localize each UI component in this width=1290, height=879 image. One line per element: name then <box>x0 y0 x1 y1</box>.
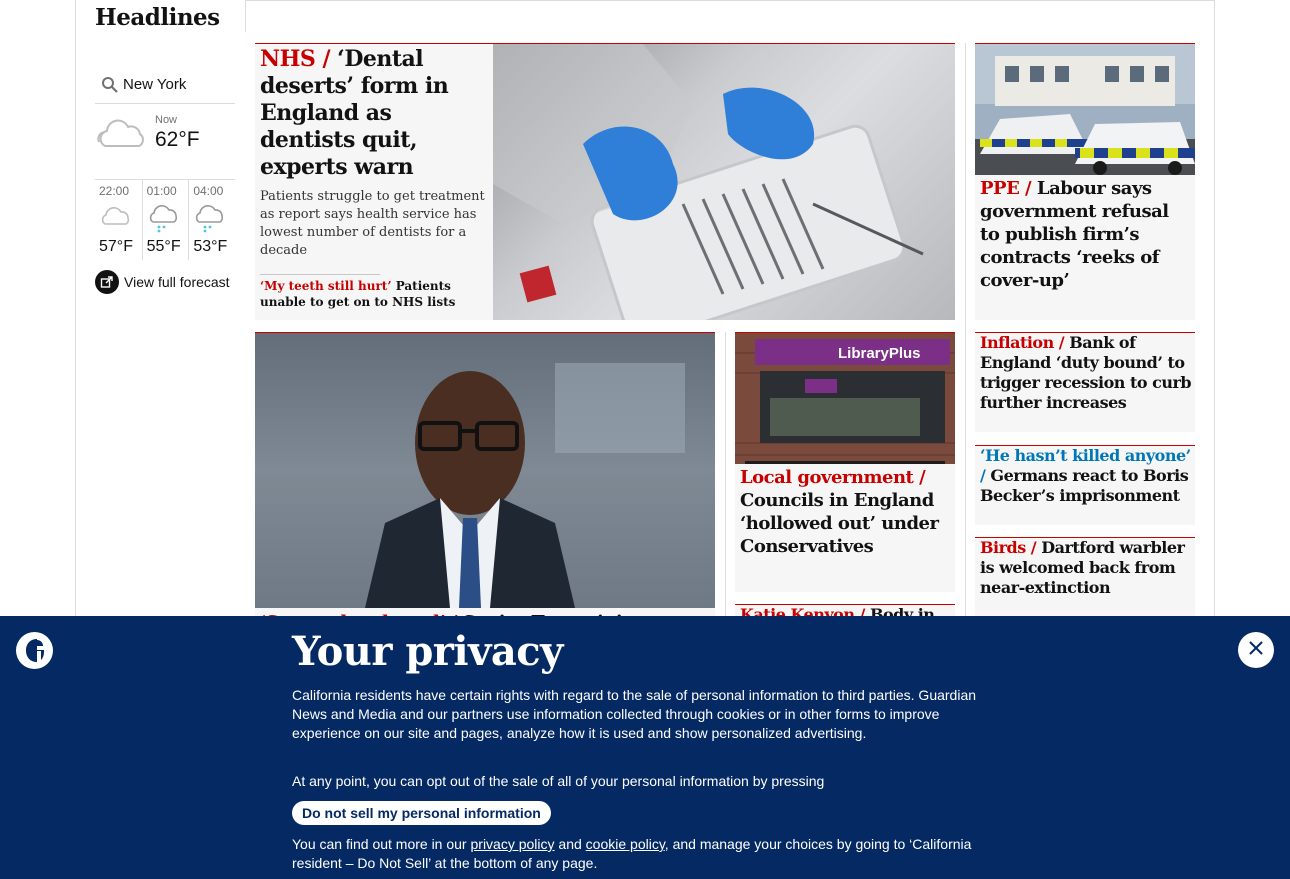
story-image-dental[interactable] <box>493 44 955 320</box>
story-headline-text[interactable]: Councils in England ‘hollowed out’ under… <box>740 490 939 557</box>
story-kicker: Birds / <box>980 538 1037 557</box>
column-divider <box>725 332 726 616</box>
cookie-policy-link[interactable]: cookie policy <box>586 836 665 852</box>
rain-icon <box>147 204 189 238</box>
hour-time: 01:00 <box>146 184 177 198</box>
hour-forecast: 04:00 53°F <box>188 180 235 260</box>
story-card-kwarteng[interactable]: ‘Screwed and used’ / Senior Tory ministe… <box>255 332 715 632</box>
privacy-banner: Your privacy California residents have c… <box>0 616 1290 879</box>
now-temperature: 62°F <box>155 128 200 151</box>
now-label: Now <box>155 114 178 126</box>
guardian-logo <box>16 632 53 669</box>
story-sublink[interactable]: ‘My teeth still hurt’ Patients unable to… <box>260 278 485 310</box>
weather-widget: New York Now 62°F 22:00 57°F 01:00 55°F … <box>95 66 235 294</box>
story-kicker: PPE / <box>980 178 1032 199</box>
cloudy-icon <box>95 114 149 159</box>
story-card-birds[interactable]: Birds / Dartford warbler is welcomed bac… <box>975 537 1195 617</box>
story-image-minister[interactable] <box>255 333 715 608</box>
svg-text:LibraryPlus: LibraryPlus <box>838 345 921 362</box>
story-headline[interactable]: Local government / Councils in England ‘… <box>740 466 952 558</box>
view-forecast-link[interactable]: View full forecast <box>95 270 235 294</box>
hour-temperature: 55°F <box>146 238 181 255</box>
privacy-opt-out-text: At any point, you can opt out of the sal… <box>292 773 825 789</box>
and-text: and <box>558 836 582 852</box>
hour-time: 04:00 <box>193 184 224 198</box>
privacy-more-info: You can find out more in our privacy pol… <box>292 835 1002 873</box>
location-name[interactable]: New York <box>123 76 186 93</box>
column-divider <box>965 43 966 616</box>
section-title: Headlines <box>95 4 220 31</box>
sublink-divider <box>260 274 380 275</box>
section-divider <box>245 0 246 32</box>
external-link-icon <box>95 270 119 294</box>
privacy-title: Your privacy <box>292 628 563 675</box>
hour-temperature: 57°F <box>99 238 133 255</box>
hour-forecast: 01:00 55°F <box>141 180 189 260</box>
rain-icon <box>193 204 235 238</box>
story-image-police[interactable] <box>975 44 1195 175</box>
story-card-local-government[interactable]: LibraryPlus Local government / Councils … <box>735 332 955 592</box>
story-headline[interactable]: PPE / Labour says government refusal to … <box>980 177 1192 292</box>
story-kicker: Local government / <box>740 467 926 488</box>
hour-time: 22:00 <box>99 184 130 198</box>
story-card-ppe[interactable]: PPE / Labour says government refusal to … <box>975 43 1195 320</box>
story-kicker: NHS / <box>260 46 330 72</box>
view-forecast-label[interactable]: View full forecast <box>124 274 230 290</box>
story-kicker: Inflation / <box>980 333 1065 352</box>
search-icon <box>101 76 119 94</box>
privacy-paragraph: California residents have certain rights… <box>292 687 977 741</box>
story-card-becker[interactable]: ‘He hasn’t killed anyone’ / Germans reac… <box>975 445 1195 525</box>
hour-forecast: 22:00 57°F <box>95 180 142 260</box>
story-card-nhs[interactable]: NHS / ‘Dental deserts’ form in England a… <box>255 43 955 320</box>
hour-temperature: 53°F <box>193 238 228 255</box>
story-headline[interactable]: ‘He hasn’t killed anyone’ / Germans reac… <box>980 446 1192 506</box>
story-headline[interactable]: Birds / Dartford warbler is welcomed bac… <box>980 538 1192 598</box>
do-not-sell-button[interactable]: Do not sell my personal information <box>292 801 551 825</box>
cloudy-icon <box>99 204 142 238</box>
story-standfirst: Patients struggle to get treatment as re… <box>260 189 485 258</box>
location-search[interactable]: New York <box>95 66 235 104</box>
story-headline[interactable]: Inflation / Bank of England ‘duty bound’… <box>980 333 1192 413</box>
story-headline[interactable]: NHS / ‘Dental deserts’ form in England a… <box>260 46 485 181</box>
more-info-text: You can find out more in our <box>292 836 467 852</box>
close-banner-button[interactable] <box>1238 632 1274 668</box>
sublink-kicker: ‘My teeth still hurt’ <box>260 279 392 293</box>
story-card-inflation[interactable]: Inflation / Bank of England ‘duty bound’… <box>975 332 1195 432</box>
current-weather: Now 62°F <box>95 104 235 180</box>
top-rule <box>245 0 1214 1</box>
close-icon <box>1248 640 1264 661</box>
hourly-forecast: 22:00 57°F 01:00 55°F 04:00 53°F <box>95 180 235 260</box>
privacy-policy-link[interactable]: privacy policy <box>471 836 555 852</box>
story-image-library[interactable]: LibraryPlus <box>735 333 955 464</box>
story-headline-text[interactable]: Germans react to Boris Becker’s imprison… <box>980 466 1189 505</box>
